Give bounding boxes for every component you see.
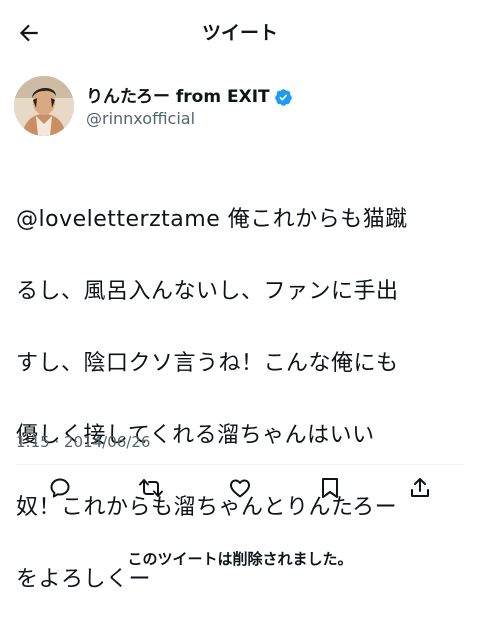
verified-badge-icon <box>274 88 292 106</box>
action-bar <box>0 470 480 506</box>
top-bar: ツイート <box>0 0 480 64</box>
reply-icon <box>50 478 70 498</box>
page-title: ツイート <box>201 22 278 44</box>
display-name-row[interactable]: りんたろー from EXIT <box>86 86 293 108</box>
tweet-text-line: @loveletterztame 俺これからも猫蹴 <box>16 207 408 232</box>
avatar[interactable] <box>14 76 74 136</box>
like-icon <box>230 479 250 498</box>
bookmark-button[interactable] <box>316 474 344 502</box>
tweet-text-line: るし、風呂入んないし、ファンに手出 <box>16 279 399 304</box>
avatar-photo <box>14 76 74 136</box>
bookmark-icon <box>322 478 338 498</box>
display-name[interactable]: りんたろー from EXIT <box>86 86 270 108</box>
retweet-icon <box>139 479 163 497</box>
retweet-button[interactable] <box>137 474 165 502</box>
like-button[interactable] <box>226 474 254 502</box>
share-icon <box>411 478 429 497</box>
reply-button[interactable] <box>46 474 74 502</box>
share-button[interactable] <box>406 474 434 502</box>
tweet-timestamp[interactable]: 1:15 · 2014/06/26 <box>16 432 150 452</box>
tweet-author: りんたろー from EXIT @rinnxofficial <box>14 76 466 140</box>
tweet-text-line: すし、陰口クソ言うね！こんな俺にも <box>16 351 399 376</box>
user-handle[interactable]: @rinnxofficial <box>86 108 195 130</box>
divider <box>16 464 464 465</box>
deleted-notice: このツイートは削除されました。 <box>127 550 353 568</box>
